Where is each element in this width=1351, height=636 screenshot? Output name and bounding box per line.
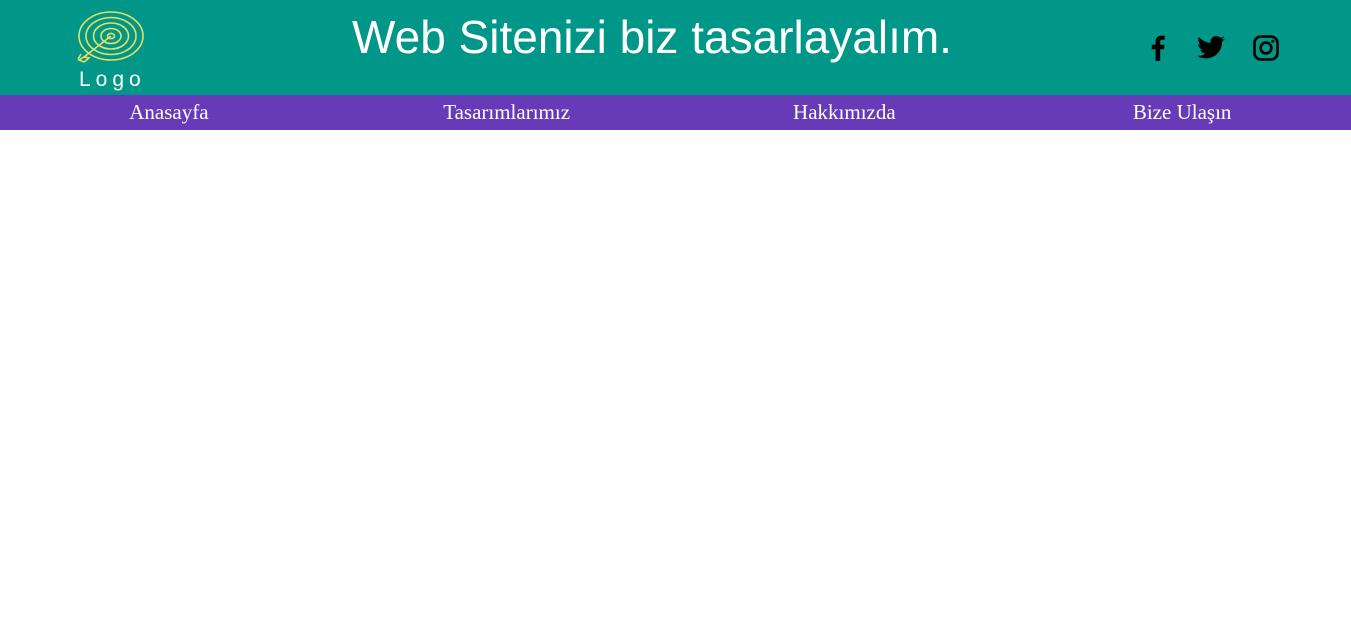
site-header: Logo Web Sitenizi biz tasarlayalım. [0, 0, 1351, 95]
target-arrow-icon [77, 11, 144, 63]
main-nav: Anasayfa Tasarımlarımız Hakkımızda Bize … [0, 95, 1351, 130]
nav-item-hakkimizda[interactable]: Hakkımızda [676, 95, 1014, 130]
nav-item-tasarimlarimiz[interactable]: Tasarımlarımız [338, 95, 676, 130]
instagram-link[interactable] [1251, 33, 1281, 63]
facebook-icon [1151, 35, 1165, 61]
twitter-icon [1197, 36, 1225, 59]
twitter-link[interactable] [1196, 33, 1226, 63]
nav-item-anasayfa[interactable]: Anasayfa [0, 95, 338, 130]
instagram-icon [1253, 35, 1279, 61]
logo-link[interactable]: Logo [76, 10, 148, 94]
facebook-link[interactable] [1143, 33, 1173, 63]
main-content [0, 130, 1351, 636]
site-title: Web Sitenizi biz tasarlayalım. [352, 11, 952, 63]
nav-item-bize-ulasin[interactable]: Bize Ulaşın [1013, 95, 1351, 130]
logo-text: Logo [79, 68, 146, 91]
